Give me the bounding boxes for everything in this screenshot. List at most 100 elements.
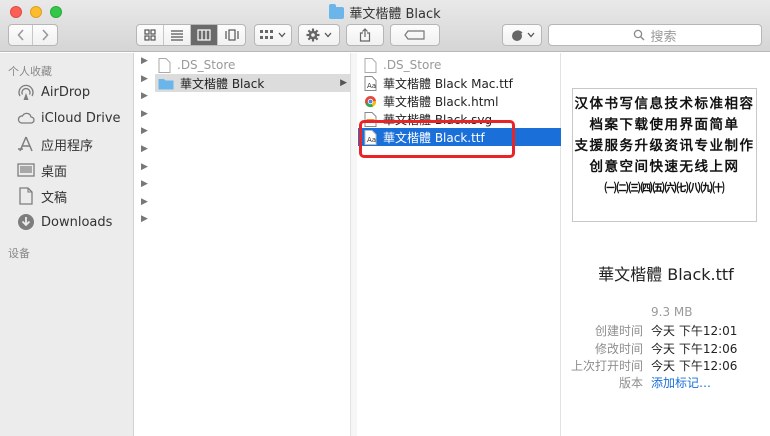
chevron-down-icon — [278, 32, 286, 38]
list-item[interactable]: Aa 華文楷體 Black Mac.ttf — [364, 74, 560, 92]
window-title-text: 華文楷體 Black — [349, 7, 441, 22]
disclosure-triangle-icon[interactable]: ▶ — [141, 144, 151, 162]
arrange-button[interactable] — [254, 24, 292, 46]
disclosure-triangle-icon[interactable]: ▶ — [141, 162, 151, 180]
chrome-html-icon — [365, 95, 377, 107]
sidebar-item-airdrop[interactable]: AirDrop — [0, 79, 133, 105]
gear-icon — [306, 28, 320, 42]
annotation-red-box — [359, 120, 515, 158]
search-icon — [634, 29, 645, 41]
share-icon — [359, 28, 371, 42]
folder-icon — [158, 78, 174, 89]
chevron-down-icon — [527, 32, 534, 38]
created-value: 今天 下午12:01 — [651, 324, 738, 338]
chevron-down-icon — [324, 32, 332, 38]
sample-line: 汉体书写信息技术标准相容 — [574, 96, 755, 112]
created-label: 创建时间 — [594, 324, 643, 338]
sidebar-item-documents[interactable]: 文稿 — [0, 183, 133, 209]
list-item[interactable]: 華文楷體 Black.html — [364, 92, 560, 110]
acorn-icon — [511, 30, 522, 41]
file-name: 華文楷體 Black Mac.ttf — [383, 76, 513, 91]
list-item-selected-folder[interactable]: 華文楷體 Black ▶ — [155, 74, 351, 92]
list-item[interactable]: .DS_Store — [364, 56, 560, 74]
quick-actions-button[interactable] — [502, 24, 542, 46]
disclosure-triangle-icon[interactable]: ▶ — [141, 126, 151, 144]
forward-button[interactable] — [33, 25, 57, 45]
file-icon — [364, 57, 377, 73]
disclosure-triangle-icon[interactable]: ▶ — [141, 56, 151, 74]
sample-line: 档案下载使用界面简单 — [589, 117, 740, 133]
cloud-icon — [17, 109, 35, 127]
disclosure-triangle-icon[interactable]: ▶ — [141, 74, 151, 92]
columns-icon — [197, 29, 211, 41]
list-item[interactable]: .DS_Store — [158, 56, 350, 74]
column-root — [135, 53, 351, 436]
font-file-icon: Aa — [364, 75, 377, 91]
sidebar-item-applications[interactable]: 应用程序 — [0, 131, 133, 157]
folder-icon — [329, 4, 345, 19]
search-placeholder: 搜索 — [650, 29, 677, 45]
last-opened-value: 今天 下午12:06 — [651, 359, 738, 373]
tags-button[interactable] — [390, 24, 440, 46]
sidebar-item-label: 桌面 — [41, 164, 68, 180]
share-button[interactable] — [346, 24, 384, 46]
add-tags-link[interactable]: 添加标记… — [651, 374, 711, 391]
list-view-button[interactable] — [164, 25, 191, 45]
sidebar-item-label: Downloads — [41, 214, 113, 230]
modified-label: 修改时间 — [594, 342, 643, 356]
disclosure-triangle-icon[interactable]: ▶ — [141, 109, 151, 127]
icon-view-button[interactable] — [137, 25, 164, 45]
icon-grid-icon — [144, 29, 156, 41]
nav-buttons — [8, 24, 58, 46]
list-icon — [171, 30, 183, 41]
preview-file-name: 華文楷體 Black.ttf — [598, 265, 734, 284]
view-mode-control — [136, 24, 246, 46]
window-title: 華文楷體 Black — [0, 3, 770, 22]
document-icon — [17, 187, 35, 205]
disclosure-triangle-icon[interactable]: ▶ — [141, 91, 151, 109]
sidebar-item-icloud-drive[interactable]: iCloud Drive — [0, 105, 133, 131]
disclosure-triangle-icon[interactable]: ▶ — [141, 179, 151, 197]
file-name: 華文楷體 Black.html — [383, 94, 499, 109]
sidebar-item-label: AirDrop — [41, 84, 91, 100]
sidebar: 个人收藏 AirDrop iCloud Drive 应用程序 桌面 文稿 Dow… — [0, 53, 134, 436]
sample-line: ㈠㈡㈢㈣㈤㈥㈦㈧㈨㈩ — [604, 181, 725, 195]
cover-flow-icon — [224, 29, 239, 41]
arrange-grid-icon — [260, 30, 273, 39]
sample-line: 创意空间快速无线上网 — [589, 159, 740, 175]
file-icon — [158, 57, 171, 73]
version-label: 版本 — [618, 376, 643, 390]
modified-value: 今天 下午12:06 — [651, 342, 738, 356]
column-view-button[interactable] — [191, 25, 218, 45]
preview-file-size: 9.3 MB — [651, 305, 693, 319]
sidebar-item-label: 文稿 — [41, 190, 68, 206]
sample-line: 支援服务升级资讯专业制作 — [574, 138, 755, 154]
chevron-right-icon: ▶ — [340, 78, 347, 88]
cover-flow-button[interactable] — [218, 25, 245, 45]
file-name: .DS_Store — [383, 58, 442, 72]
search-field[interactable]: 搜索 — [548, 24, 762, 46]
tag-icon — [404, 30, 425, 40]
desktop-icon — [17, 161, 35, 179]
svg-text:Aa: Aa — [367, 82, 376, 90]
back-button[interactable] — [9, 25, 33, 45]
airdrop-icon — [17, 83, 35, 101]
applications-icon — [17, 135, 35, 153]
action-button[interactable] — [298, 24, 340, 46]
file-name: .DS_Store — [177, 58, 236, 72]
disclosure-triangle-icon[interactable]: ▶ — [141, 214, 151, 232]
folder-name: 華文楷體 Black — [180, 76, 265, 91]
sidebar-item-label: iCloud Drive — [41, 110, 121, 126]
sidebar-item-desktop[interactable]: 桌面 — [0, 157, 133, 183]
downloads-icon — [17, 213, 35, 231]
chevron-left-icon — [16, 29, 24, 41]
disclosure-arrows: ▶ ▶ ▶ ▶ ▶ ▶ ▶ ▶ ▶ ▶ — [141, 56, 151, 232]
sidebar-item-downloads[interactable]: Downloads — [0, 209, 133, 235]
font-sample-preview: 汉体书写信息技术标准相容 档案下载使用界面简单 支援服务升级资讯专业制作 创意空… — [572, 88, 757, 222]
last-opened-label: 上次打开时间 — [570, 359, 643, 373]
devices-header: 设备 — [8, 247, 30, 260]
toolbar: 華文楷體 Black 搜索 — [0, 0, 770, 52]
favorites-header: 个人收藏 — [8, 65, 52, 78]
disclosure-triangle-icon[interactable]: ▶ — [141, 197, 151, 215]
chevron-right-icon — [42, 29, 49, 41]
